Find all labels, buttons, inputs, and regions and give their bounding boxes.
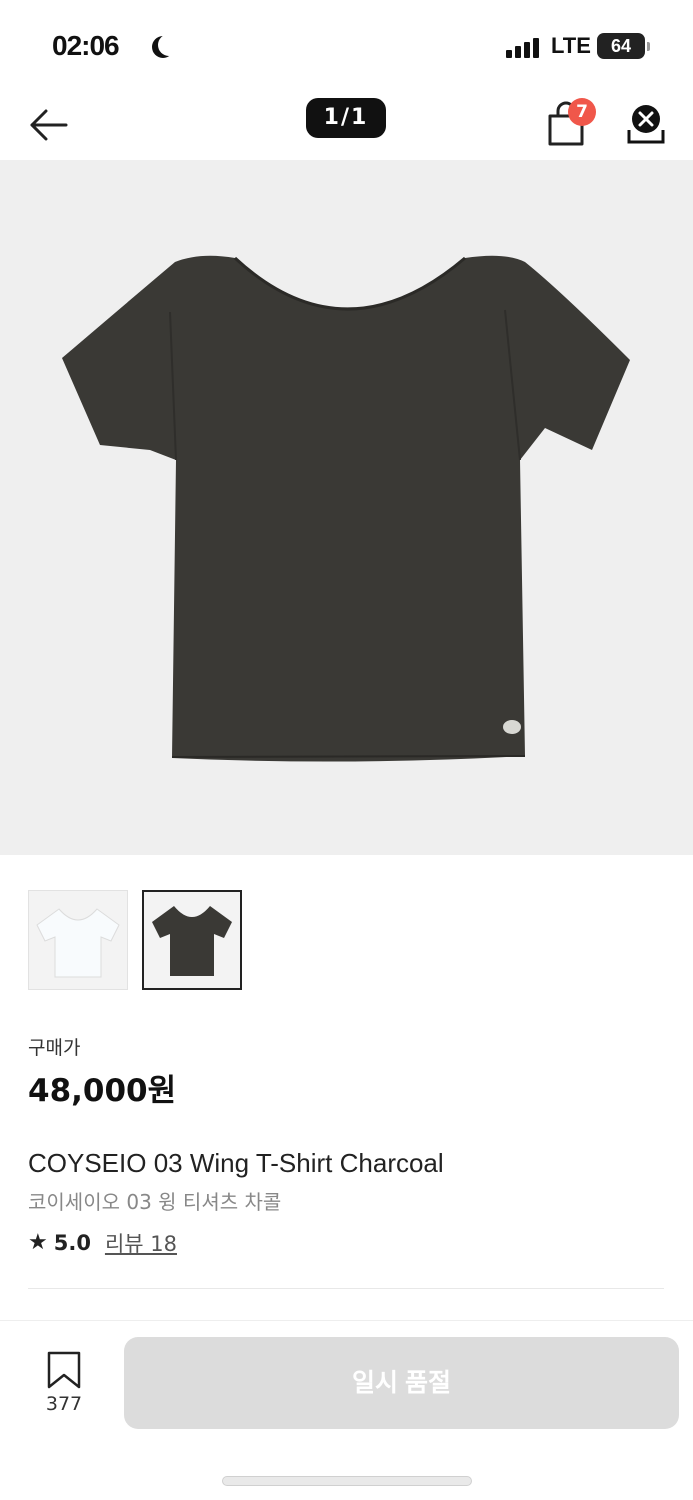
page-indicator: 1/1 [306,98,386,138]
review-link[interactable]: 리뷰 18 [105,1228,177,1258]
tshirt-charcoal-image [62,255,630,762]
bottom-action-bar: 377 일시 품절 [0,1320,693,1500]
divider [28,1288,664,1289]
product-image[interactable] [0,160,693,855]
tshirt-white-thumb [36,908,120,978]
arrow-left-icon [30,109,68,141]
product-title: COYSEIO 03 Wing T-Shirt Charcoal [28,1148,444,1178]
moon-icon [158,34,180,56]
thumbnail-charcoal[interactable] [142,890,242,990]
status-time: 02:06 [52,30,120,61]
star-icon: ★ [28,1230,48,1255]
top-nav: 1/1 7 [0,90,693,160]
battery-icon: 64 [597,33,650,59]
network-label: LTE [551,33,591,58]
rating-row: ★ 5.0 리뷰 18 [28,1228,177,1258]
bookmark-button[interactable]: 377 [38,1349,90,1419]
price-value: 48,000원 [28,1073,177,1109]
bookmark-count: 377 [45,1393,83,1415]
home-indicator [222,1476,472,1486]
back-button[interactable] [26,102,72,148]
thumbnail-white[interactable] [28,890,128,990]
close-button[interactable] [626,102,666,146]
product-subtitle: 코이세이오 03 윙 티셔츠 차콜 [28,1190,282,1214]
soldout-button[interactable]: 일시 품절 [124,1337,679,1429]
rating-value: 5.0 [53,1231,91,1255]
logo-patch-icon [503,720,521,734]
tshirt-charcoal-thumb [152,906,232,976]
color-thumbnails [28,890,242,990]
status-bar: 02:06 LTE 64 [0,0,693,90]
signal-icon [506,36,544,58]
close-icon [627,105,665,144]
price-label: 구매가 [28,1037,81,1059]
cart-badge: 7 [568,98,596,126]
bookmark-icon [47,1351,81,1389]
